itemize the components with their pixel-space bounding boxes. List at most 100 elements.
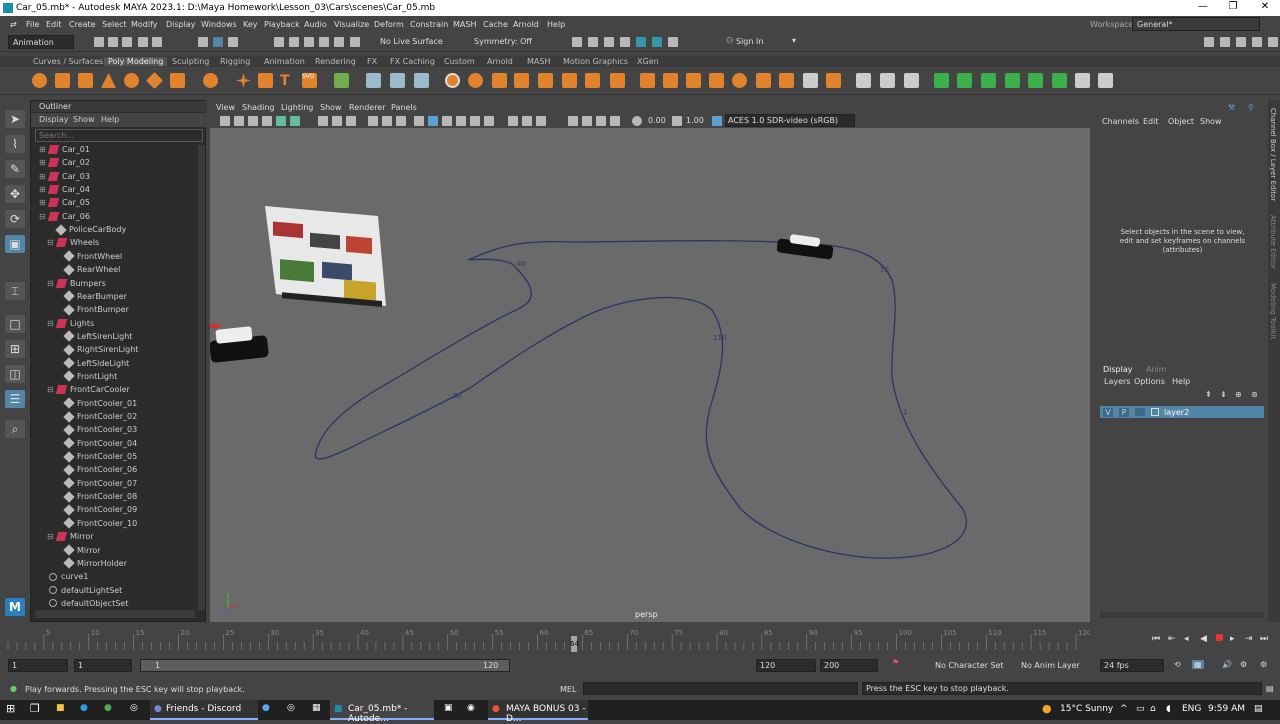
input-language-label[interactable]: ENG — [1182, 704, 1201, 714]
outliner-menu-show[interactable]: Show — [73, 115, 95, 124]
select-tool-icon[interactable]: ➤ — [5, 110, 25, 128]
new-scene-icon[interactable] — [94, 37, 104, 47]
modeling-toolkit-tab[interactable]: Modeling Toolkit — [1269, 283, 1277, 339]
character-set-dropdown[interactable]: No Character Set — [935, 661, 1004, 670]
maya-home-icon[interactable]: M — [5, 598, 25, 616]
tab-anim-layers[interactable]: Anim — [1146, 365, 1167, 374]
layers-help-menu[interactable]: Help — [1172, 377, 1190, 386]
outliner-item[interactable]: ⊟ Bumpers — [47, 278, 106, 292]
close-button[interactable]: ✕ — [1250, 1, 1280, 12]
bookmark-icon[interactable] — [248, 116, 258, 126]
channels-menu[interactable]: Channels — [1102, 117, 1139, 126]
outliner-item[interactable]: FrontLight — [55, 370, 117, 385]
move-layer-down-icon[interactable]: ⇟ — [1220, 390, 1227, 399]
sign-in-chevron-icon[interactable]: ▾ — [792, 36, 796, 45]
volume-icon[interactable]: ◖ — [1166, 704, 1171, 714]
outliner-item[interactable]: RearWheel — [55, 263, 120, 278]
channel-box-toggle-icon[interactable] — [1252, 37, 1262, 47]
tab-mash[interactable]: MASH — [527, 57, 550, 66]
outliner-item[interactable]: ⊟ Car_06 — [39, 211, 90, 225]
snap-curve-icon[interactable] — [289, 37, 299, 47]
tool-settings-icon[interactable] — [1236, 37, 1246, 47]
tab-fx[interactable]: FX — [367, 57, 377, 66]
super-shape-icon[interactable] — [236, 73, 251, 88]
menu-create[interactable]: Create — [69, 20, 96, 29]
select-edge-ring-icon[interactable] — [957, 73, 972, 88]
fps-dropdown[interactable]: 24 fps — [1100, 659, 1164, 672]
snap-view-icon[interactable] — [319, 37, 329, 47]
outliner-h-scrollbar[interactable] — [35, 610, 195, 618]
menu-toggle-icon[interactable]: ⇄ — [10, 20, 17, 29]
app-icon-2[interactable]: ● — [262, 703, 270, 713]
select-border-icon[interactable] — [981, 73, 996, 88]
weather-icon[interactable]: ● — [1042, 702, 1052, 715]
script-editor-icon[interactable]: ▤ — [1266, 684, 1274, 693]
expand-icon[interactable]: ⊞ — [39, 172, 46, 181]
append-polygon-icon[interactable] — [538, 73, 553, 88]
outliner-item[interactable]: FrontCooler_02 — [55, 410, 137, 425]
menu-help[interactable]: Help — [547, 20, 565, 29]
insert-edge-loop-icon[interactable] — [610, 73, 625, 88]
use-all-lights-icon[interactable] — [470, 116, 480, 126]
layers-menu[interactable]: Layers — [1104, 377, 1130, 386]
outliner-toggle-icon[interactable] — [1268, 37, 1278, 47]
outliner-search-input[interactable]: Search... — [35, 129, 203, 142]
poly-disc-icon[interactable] — [170, 73, 185, 88]
loop-icon[interactable]: ⟲ — [1174, 660, 1181, 669]
vp-menu-show[interactable]: Show — [320, 103, 342, 112]
tab-custom[interactable]: Custom — [444, 57, 475, 66]
anim-layer-dropdown[interactable]: No Anim Layer — [1021, 661, 1080, 670]
modeling-toolkit-icon[interactable] — [1204, 37, 1214, 47]
automatic-uv-icon[interactable] — [880, 73, 895, 88]
ipr-render-icon[interactable] — [604, 37, 614, 47]
range-slider[interactable]: 1 120 — [140, 659, 510, 672]
history-icon[interactable] — [350, 37, 360, 47]
taskbar-app-maya[interactable]: ■ Car_05.mb* - Autode... — [330, 700, 434, 724]
svg-icon[interactable]: SVG — [302, 73, 317, 88]
menu-mash[interactable]: MASH — [453, 20, 476, 29]
mirror-icon[interactable] — [445, 73, 460, 88]
layer-display-type-toggle[interactable] — [1135, 408, 1145, 416]
scale-tool-icon[interactable]: ▣ — [5, 235, 25, 253]
layer-visibility-toggle[interactable]: V — [1103, 408, 1113, 417]
network-icon[interactable]: ⌂ — [1150, 704, 1156, 714]
step-forward-frame-icon[interactable]: ▸ — [1230, 634, 1235, 644]
outliner-menu-display[interactable]: Display — [39, 115, 69, 124]
collapse-icon[interactable]: ⊟ — [39, 212, 46, 221]
render-settings-icon[interactable] — [620, 37, 630, 47]
live-surface-label[interactable]: No Live Surface — [380, 37, 443, 46]
mel-command-input[interactable] — [583, 682, 858, 695]
snap-grid-icon[interactable] — [274, 37, 284, 47]
attribute-editor-icon[interactable] — [1220, 37, 1230, 47]
outliner-item[interactable]: ⊟ Lights — [47, 318, 94, 332]
menu-arnold[interactable]: Arnold — [513, 20, 539, 29]
time-slider[interactable]: 5 10 15 20 25 30 35 40 45 50 55 60 65 70 75 80 85 90 95 100… — [0, 624, 1280, 654]
tab-rendering[interactable]: Rendering — [315, 57, 356, 66]
rotate-tool-icon[interactable]: ⟳ — [5, 210, 25, 228]
wedge-icon[interactable] — [756, 73, 771, 88]
collapse-icon[interactable]: ⊟ — [47, 238, 54, 247]
poly-cone-icon[interactable] — [101, 73, 116, 88]
playback-options-icon[interactable]: ⚙ — [1260, 660, 1267, 669]
four-view-layout-icon[interactable]: ⊞ — [5, 340, 25, 358]
outliner-item[interactable]: ⊟ Mirror — [47, 532, 94, 545]
smooth-shade-icon[interactable] — [428, 116, 438, 126]
grid-toggle-icon[interactable] — [318, 116, 328, 126]
last-tool-icon[interactable]: ⌶ — [5, 282, 25, 300]
playback-start-field[interactable]: 1 — [74, 659, 132, 672]
outliner-item[interactable]: FrontCooler_07 — [55, 477, 137, 492]
layers-options-menu[interactable]: Options — [1134, 377, 1165, 386]
snap-point-icon[interactable] — [304, 37, 314, 47]
tab-arnold[interactable]: Arnold — [487, 57, 513, 66]
select-hierarchy-icon[interactable] — [198, 37, 208, 47]
planar-uv-icon[interactable] — [856, 73, 871, 88]
layer-name[interactable]: layer2 — [1164, 408, 1189, 417]
anim-preferences-icon[interactable]: ⚙ — [1240, 660, 1247, 669]
outliner-item[interactable]: FrontCooler_03 — [55, 424, 137, 438]
menu-display[interactable]: Display — [166, 20, 196, 29]
play-backwards-icon[interactable]: ◀ — [1200, 634, 1207, 644]
search-icon[interactable]: ⌕ — [5, 420, 25, 438]
expand-icon[interactable]: ⊞ — [39, 198, 46, 207]
safe-action-icon[interactable] — [396, 116, 406, 126]
outliner-item[interactable]: FrontCooler_08 — [55, 490, 137, 505]
